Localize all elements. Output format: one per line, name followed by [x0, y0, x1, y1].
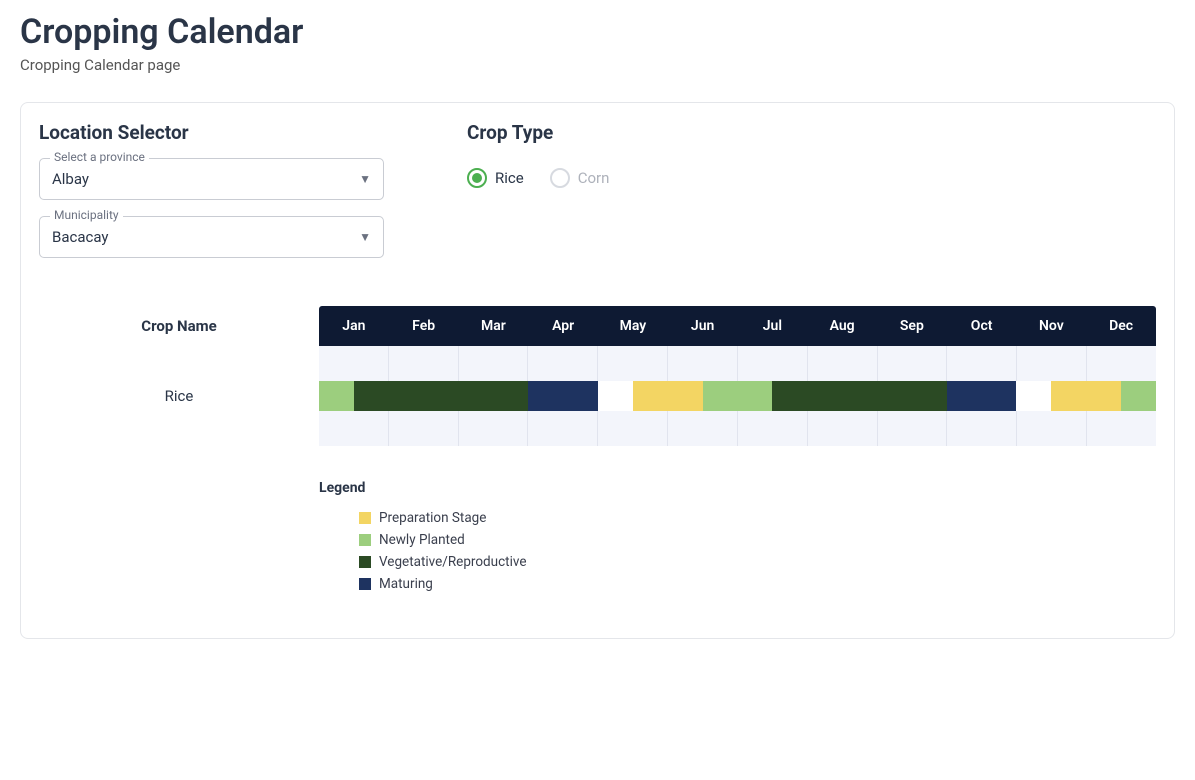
calendar-segment-planted — [703, 381, 773, 411]
legend-label: Vegetative/Reproductive — [379, 554, 526, 570]
municipality-select-value: Bacacay — [52, 228, 359, 246]
month-header-cell: Oct — [947, 306, 1017, 346]
calendar-segment-veg — [354, 381, 528, 411]
legend-item-mature: Maturing — [359, 576, 1156, 592]
crop-row-name: Rice — [39, 346, 319, 446]
municipality-select[interactable]: Municipality Bacacay ▼ — [39, 216, 384, 258]
legend-item-prep: Preparation Stage — [359, 510, 1156, 526]
chevron-down-icon: ▼ — [359, 230, 371, 244]
legend-swatch-icon — [359, 534, 371, 546]
month-header-cell: Jan — [319, 306, 389, 346]
province-select-value: Albay — [52, 170, 359, 188]
legend-label: Preparation Stage — [379, 510, 486, 526]
calendar-segment-planted — [319, 381, 354, 411]
legend-label: Maturing — [379, 576, 433, 592]
legend-swatch-icon — [359, 578, 371, 590]
calendar-segment-mature — [528, 381, 598, 411]
month-header-cell: Sep — [877, 306, 947, 346]
legend-item-veg: Vegetative/Reproductive — [359, 554, 1156, 570]
calendar-segment-veg — [772, 381, 946, 411]
radio-label: Rice — [495, 169, 524, 187]
legend-label: Newly Planted — [379, 532, 465, 548]
legend-swatch-icon — [359, 556, 371, 568]
page-subtitle: Cropping Calendar page — [20, 56, 1175, 74]
calendar-lane — [319, 381, 1156, 411]
month-header-cell: May — [598, 306, 668, 346]
province-select-label: Select a province — [50, 150, 149, 164]
month-header-cell: Nov — [1017, 306, 1087, 346]
crop-name-column-header: Crop Name — [39, 306, 319, 346]
legend-item-planted: Newly Planted — [359, 532, 1156, 548]
month-header-cell: Jul — [738, 306, 808, 346]
legend-swatch-icon — [359, 512, 371, 524]
location-selector-heading: Location Selector — [39, 121, 419, 144]
municipality-select-label: Municipality — [50, 208, 123, 222]
province-select[interactable]: Select a province Albay ▼ — [39, 158, 384, 200]
crop-type-radio-rice[interactable]: Rice — [467, 168, 524, 188]
months-header: JanFebMarAprMayJunJulAugSepOctNovDec — [319, 306, 1156, 346]
cropping-calendar-chart: Crop Name Rice JanFebMarAprMayJunJulAugS… — [39, 306, 1156, 446]
radio-icon — [467, 168, 487, 188]
month-header-cell: Dec — [1086, 306, 1156, 346]
month-header-cell: Apr — [528, 306, 598, 346]
month-header-cell: Mar — [459, 306, 529, 346]
calendar-segment-prep — [1051, 381, 1121, 411]
month-header-cell: Jun — [668, 306, 738, 346]
main-card: Location Selector Select a province Alba… — [20, 102, 1175, 639]
calendar-segment-planted — [1121, 381, 1156, 411]
crop-type-radio-corn: Corn — [550, 168, 610, 188]
calendar-segment-prep — [633, 381, 703, 411]
radio-icon — [550, 168, 570, 188]
radio-label: Corn — [578, 169, 610, 187]
chevron-down-icon: ▼ — [359, 172, 371, 186]
crop-type-heading: Crop Type — [467, 121, 1156, 144]
page-title: Cropping Calendar — [20, 12, 1175, 52]
legend-title: Legend — [319, 480, 1156, 496]
month-header-cell: Aug — [807, 306, 877, 346]
calendar-segment-mature — [947, 381, 1017, 411]
month-header-cell: Feb — [389, 306, 459, 346]
calendar-track — [319, 346, 1156, 446]
